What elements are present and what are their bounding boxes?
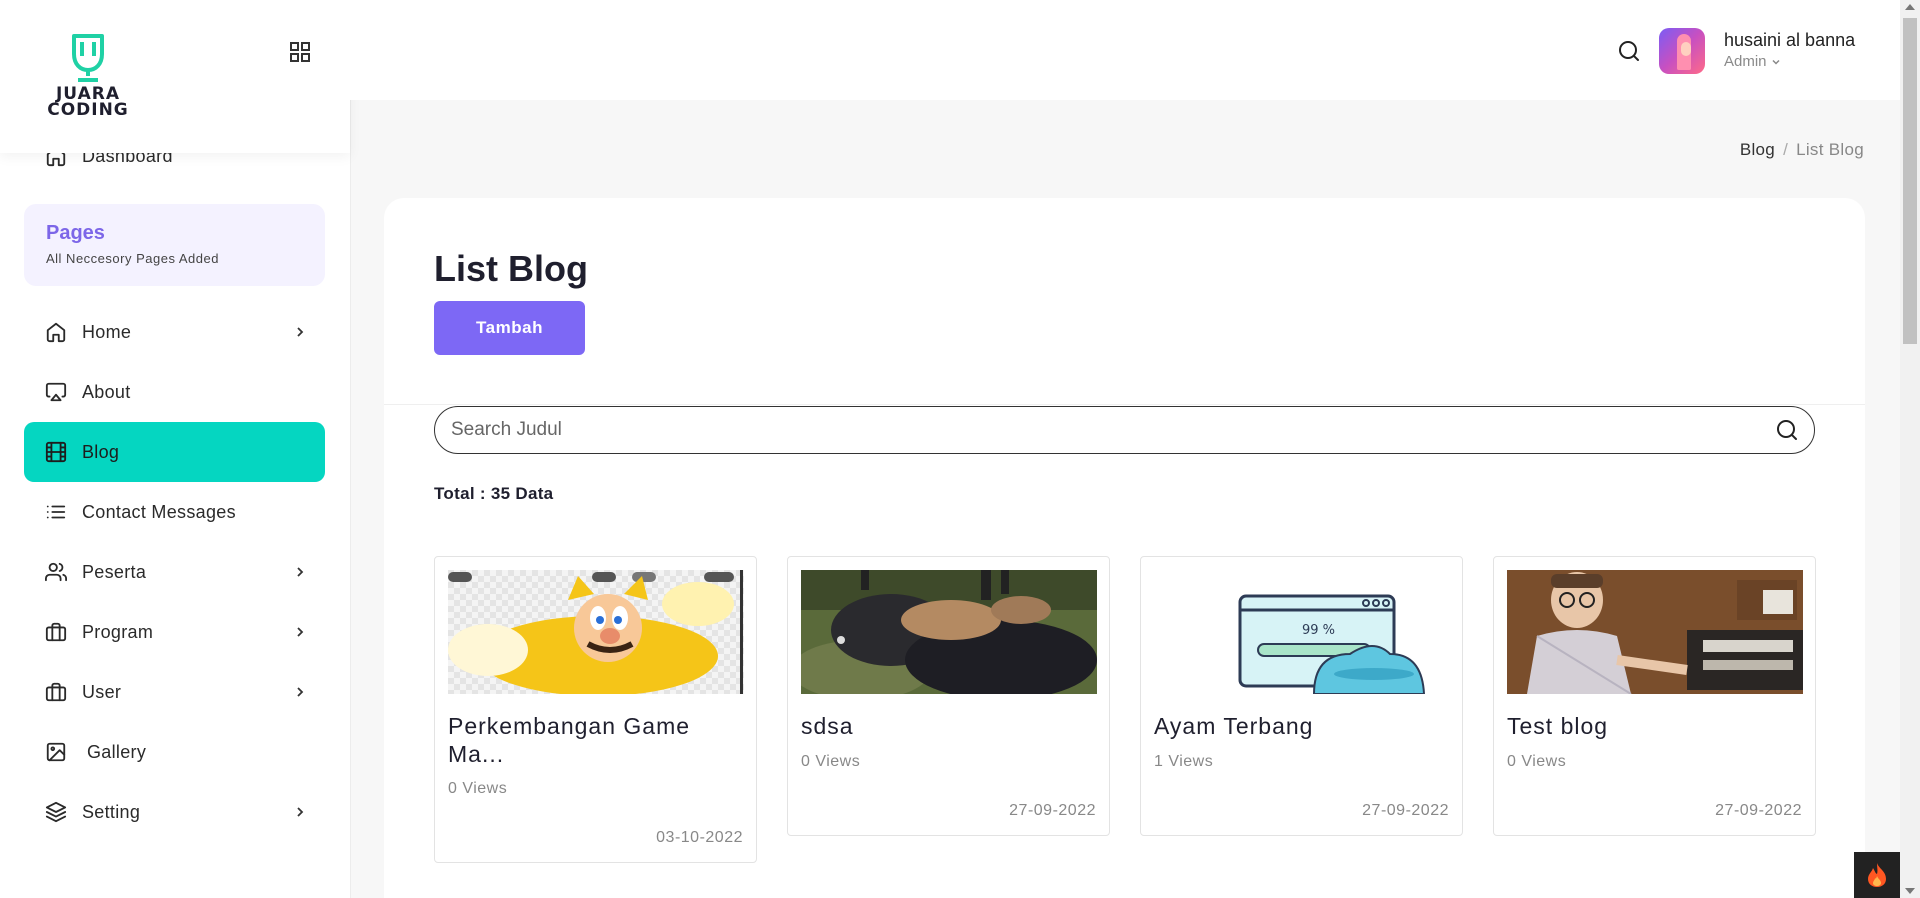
blog-title[interactable]: Test blog	[1507, 712, 1803, 740]
man-at-computer-vintage-image	[1507, 570, 1803, 694]
header-search-button[interactable]	[1615, 37, 1643, 65]
breadcrumb-current: List Blog	[1796, 140, 1864, 159]
scroll-down-arrow[interactable]	[1905, 888, 1915, 894]
pages-subtitle: All Neccesory Pages Added	[46, 251, 219, 266]
page-title: List Blog	[434, 248, 588, 289]
scroll-up-arrow[interactable]	[1905, 4, 1915, 10]
users-icon	[44, 560, 68, 584]
sidebar-item-blog[interactable]: Blog	[24, 422, 325, 482]
blog-card[interactable]: Perkembangan Game Ma... 0 Views 03-10-20…	[434, 556, 757, 863]
breadcrumb-separator: /	[1783, 140, 1789, 159]
avatar[interactable]	[1659, 28, 1705, 74]
user-role-dropdown[interactable]: Admin	[1724, 53, 1781, 70]
chevron-right-icon	[293, 325, 307, 339]
breadcrumb: Blog / List Blog	[1740, 140, 1864, 160]
brand-line-2: CODING	[47, 100, 129, 120]
search-bar	[434, 406, 1815, 454]
chevron-right-icon	[293, 685, 307, 699]
blog-date: 27-09-2022	[1715, 802, 1802, 819]
user-role-label: Admin	[1724, 53, 1767, 70]
sidebar-item-label: Peserta	[82, 561, 147, 582]
sidebar-item-gallery[interactable]: Gallery	[24, 722, 325, 782]
chevron-right-icon	[293, 565, 307, 579]
divider	[384, 404, 1865, 405]
search-icon	[1777, 420, 1797, 440]
breadcrumb-parent[interactable]: Blog	[1740, 140, 1775, 159]
trophy-logo-icon	[72, 34, 104, 82]
sidebar-item-about[interactable]: About	[24, 362, 325, 422]
blog-thumbnail	[801, 570, 1097, 694]
blog-card[interactable]: Test blog 0 Views 27-09-2022	[1493, 556, 1816, 836]
chevron-right-icon	[293, 805, 307, 819]
blog-title[interactable]: Ayam Terbang	[1154, 712, 1450, 740]
floating-action-button[interactable]	[1854, 852, 1900, 898]
layers-icon	[44, 800, 68, 824]
briefcase-icon	[44, 620, 68, 644]
pages-title: Pages	[46, 222, 105, 244]
mario-cat-suit-image	[448, 570, 744, 694]
avatar-face	[1681, 42, 1691, 56]
blog-thumbnail: 99 %	[1154, 570, 1450, 694]
content-card: List Blog Tambah Total : 35 Data	[384, 198, 1865, 898]
user-name: husaini al banna	[1724, 30, 1856, 50]
blog-title[interactable]: sdsa	[801, 712, 1097, 740]
scroll-thumb[interactable]	[1903, 18, 1917, 344]
pages-section-header: Pages All Neccesory Pages Added	[24, 204, 325, 286]
blog-date: 03-10-2022	[656, 829, 743, 846]
list-icon	[44, 500, 68, 524]
sidebar-item-home[interactable]: Home	[24, 302, 325, 362]
sidebar-item-user[interactable]: User	[24, 662, 325, 722]
sidebar-item-setting[interactable]: Setting	[24, 782, 325, 842]
sidebar-item-label: Setting	[82, 801, 141, 822]
blog-views: 0 Views	[801, 753, 861, 770]
home-icon	[44, 320, 68, 344]
brand-logo[interactable]: JUARA CODING	[42, 32, 134, 120]
blog-thumbnail	[1507, 570, 1803, 694]
blog-views: 0 Views	[1507, 753, 1567, 770]
sidebar-item-label: Gallery	[87, 741, 147, 762]
blog-date: 27-09-2022	[1009, 802, 1096, 819]
search-submit-button[interactable]	[1774, 417, 1800, 443]
blog-title[interactable]: Perkembangan Game Ma...	[448, 712, 744, 768]
sidebar-item-label: Home	[82, 321, 132, 342]
image-icon	[44, 740, 68, 764]
animals-on-ground-image	[801, 570, 1097, 694]
sidebar-item-label: Contact Messages	[82, 501, 236, 522]
sidebar-item-label: Blog	[82, 441, 120, 462]
add-blog-button[interactable]: Tambah	[434, 301, 585, 355]
blog-thumbnail	[448, 570, 744, 694]
sidebar-item-peserta[interactable]: Peserta	[24, 542, 325, 602]
blog-views: 0 Views	[448, 780, 508, 797]
briefcase-icon	[44, 680, 68, 704]
brand-name: JUARA CODING	[42, 86, 134, 120]
grid-icon	[290, 42, 310, 62]
flame-icon	[1868, 863, 1886, 887]
loading-99-percent-illustration: 99 %	[1154, 570, 1450, 694]
page-scrollbar[interactable]	[1900, 0, 1920, 898]
sidebar-item-label: User	[82, 681, 122, 702]
top-header: husaini al banna Admin	[350, 0, 1900, 100]
blog-card[interactable]: 99 % Ayam Terbang 1 Views 27-09-2022	[1140, 556, 1463, 836]
logo-area: JUARA CODING	[0, 0, 350, 153]
blog-date: 27-09-2022	[1362, 802, 1449, 819]
sidebar-item-label: About	[82, 381, 131, 402]
chevron-down-icon	[1772, 59, 1780, 65]
sidebar-item-program[interactable]: Program	[24, 602, 325, 662]
blog-views: 1 Views	[1154, 753, 1214, 770]
film-icon	[44, 440, 68, 464]
svg-text:99 %: 99 %	[1302, 623, 1335, 638]
search-input[interactable]	[451, 407, 1751, 452]
menu-toggle-button[interactable]	[286, 38, 314, 66]
airplay-icon	[44, 380, 68, 404]
sidebar: Dashboard JUARA CODING Pages All Necceso…	[0, 0, 350, 898]
chevron-right-icon	[293, 625, 307, 639]
blog-card[interactable]: sdsa 0 Views 27-09-2022	[787, 556, 1110, 836]
search-icon	[1619, 41, 1639, 61]
sidebar-item-contact-messages[interactable]: Contact Messages	[24, 482, 325, 542]
total-count: Total : 35 Data	[434, 484, 554, 503]
sidebar-item-label: Program	[82, 621, 154, 642]
